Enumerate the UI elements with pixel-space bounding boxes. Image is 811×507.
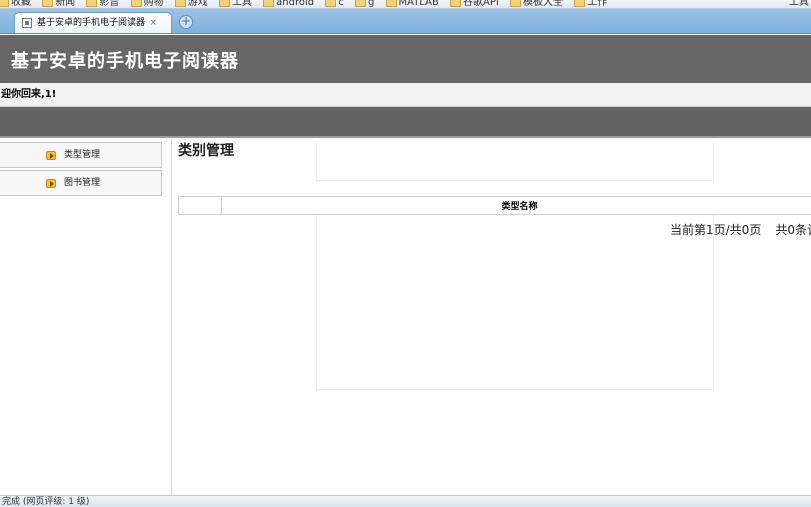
browser-tab[interactable]: 基于安卓的手机电子阅读器 × bbox=[14, 12, 172, 33]
category-table: 类型名称 bbox=[178, 196, 811, 215]
table-header-category-name: 类型名称 bbox=[221, 196, 811, 215]
nav-bar bbox=[0, 107, 811, 138]
tools-menu[interactable]: 工具 bbox=[789, 0, 809, 8]
folder-icon bbox=[42, 0, 54, 7]
bookmarks-bar: 收藏 新闻 影音 购物 游戏 工具 android c g MATLAB 谷歌A… bbox=[0, 0, 811, 9]
bookmark-item[interactable]: 谷歌API bbox=[450, 0, 499, 8]
tab-strip: 基于安卓的手机电子阅读器 × + bbox=[0, 9, 811, 34]
sidebar-item-label: 类型管理 bbox=[64, 150, 101, 160]
bookmark-item[interactable]: 工具 bbox=[218, 0, 252, 8]
bookmark-item[interactable]: 影音 bbox=[86, 0, 119, 8]
folder-icon bbox=[263, 0, 275, 7]
site-title: 基于安卓的手机电子阅读器 bbox=[11, 51, 239, 72]
arrow-right-icon bbox=[46, 151, 56, 160]
folder-icon bbox=[450, 0, 461, 7]
folder-icon bbox=[130, 0, 142, 7]
sidebar: 类型管理 图书管理 bbox=[0, 139, 172, 495]
background-panel bbox=[316, 143, 714, 181]
page-icon bbox=[22, 18, 32, 28]
bookmark-item[interactable]: c bbox=[325, 0, 344, 8]
pagination: 当前第1页/共0页共0条记 bbox=[670, 221, 811, 238]
arrow-right-icon bbox=[46, 179, 56, 188]
folder-icon bbox=[510, 0, 522, 7]
folder-icon bbox=[174, 0, 186, 7]
bookmark-item[interactable]: 模板大全 bbox=[510, 0, 563, 8]
sidebar-item-label: 图书管理 bbox=[64, 178, 101, 188]
welcome-message: 迎你回来,1! bbox=[0, 83, 811, 107]
bookmark-item[interactable]: 工作 bbox=[574, 0, 607, 8]
folder-icon bbox=[354, 0, 366, 7]
new-tab-button[interactable]: + bbox=[179, 15, 193, 29]
background-panel bbox=[316, 208, 714, 390]
close-icon[interactable]: × bbox=[149, 13, 157, 33]
bookmark-item[interactable]: 购物 bbox=[130, 0, 164, 8]
bookmark-item[interactable]: 游戏 bbox=[174, 0, 208, 8]
folder-icon bbox=[325, 0, 337, 7]
bookmark-item[interactable]: android bbox=[263, 0, 314, 8]
folder-icon bbox=[0, 0, 9, 7]
sidebar-item-category-management[interactable]: 类型管理 bbox=[0, 142, 162, 168]
sidebar-item-book-management[interactable]: 图书管理 bbox=[0, 170, 162, 196]
pager-current-page: 当前第1页/共0页 bbox=[670, 223, 762, 237]
tab-title: 基于安卓的手机电子阅读器 bbox=[37, 18, 146, 28]
status-bar: 完成 (网页评级: 1 级) bbox=[0, 495, 811, 507]
folder-icon bbox=[86, 0, 98, 7]
table-header-row: 类型名称 bbox=[178, 196, 811, 215]
bookmark-item[interactable]: 收藏 bbox=[0, 0, 31, 8]
folder-icon bbox=[385, 0, 397, 7]
bookmark-item[interactable]: 新闻 bbox=[42, 0, 75, 8]
page-title: 类别管理 bbox=[178, 143, 234, 159]
pager-total-records: 共0条记 bbox=[775, 223, 811, 237]
page-header: 基于安卓的手机电子阅读器 bbox=[0, 35, 811, 83]
folder-icon bbox=[574, 0, 586, 7]
bookmark-item[interactable]: g bbox=[354, 0, 374, 8]
table-header-select bbox=[178, 196, 222, 215]
bookmark-item[interactable]: MATLAB bbox=[385, 0, 439, 8]
folder-icon bbox=[218, 0, 230, 7]
bookmarks-list: 收藏 新闻 影音 购物 游戏 工具 android c g MATLAB 谷歌A… bbox=[0, 0, 615, 8]
